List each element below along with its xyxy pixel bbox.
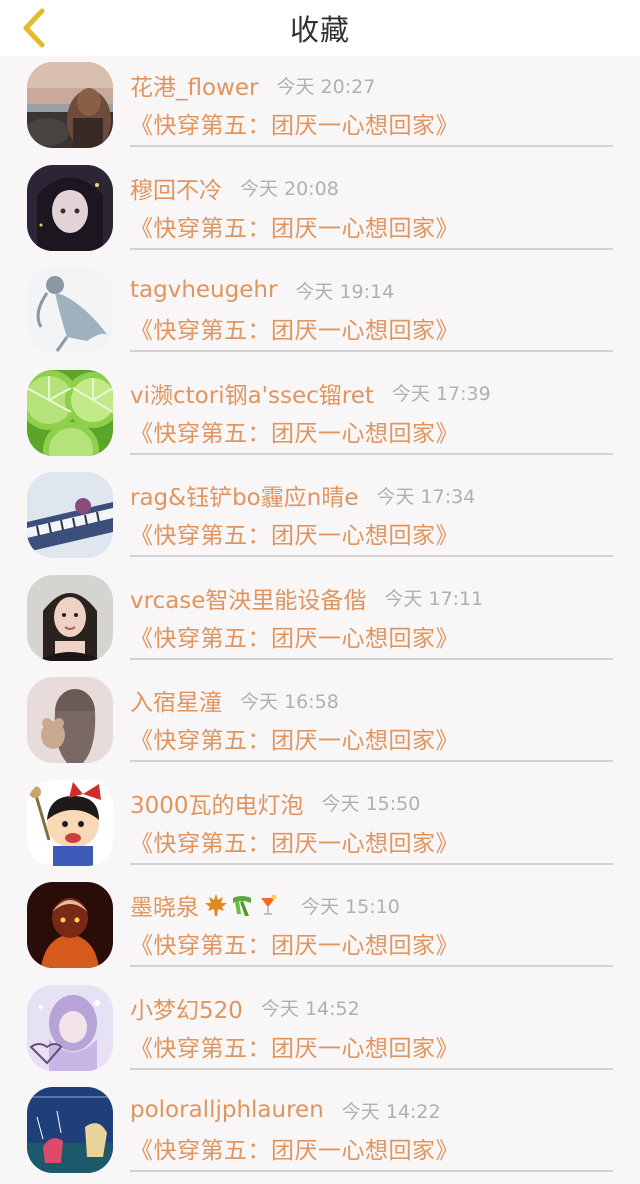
timestamp: 今天 20:27 xyxy=(276,75,376,98)
book-title[interactable]: 《快穿第五：团厌一心想回家》 xyxy=(130,1029,459,1063)
timestamp: 今天 15:10 xyxy=(301,895,400,918)
scarf-icon xyxy=(233,896,251,916)
item-meta: 3000瓦的电灯泡 今天 15:50 xyxy=(130,785,420,821)
divider xyxy=(130,760,613,762)
username[interactable]: 花港_flower xyxy=(130,68,258,102)
book-title[interactable]: 《快穿第五：团厌一心想回家》 xyxy=(130,414,459,448)
timestamp: 今天 14:22 xyxy=(341,1100,441,1123)
list-item[interactable]: tagvheugehr 今天 19:14 《快穿第五：团厌一心想回家》 xyxy=(0,261,640,364)
maple-leaf-icon xyxy=(205,894,227,916)
list-item[interactable]: 入宿星潼 今天 16:58 《快穿第五：团厌一心想回家》 xyxy=(0,671,640,774)
book-title[interactable]: 《快穿第五：团厌一心想回家》 xyxy=(130,926,459,960)
item-meta: 穆回不冷 今天 20:08 xyxy=(130,170,339,206)
avatar[interactable] xyxy=(27,882,113,968)
book-title[interactable]: 《快穿第五：团厌一心想回家》 xyxy=(130,106,459,140)
top-bar: 收藏 xyxy=(0,0,640,56)
favorites-list: 花港_flower 今天 20:27 《快穿第五：团厌一心想回家》 穆回不冷 今… xyxy=(0,56,640,1184)
divider xyxy=(130,452,613,455)
item-meta: poloralljphlauren 今天 14:22 xyxy=(130,1092,441,1128)
avatar[interactable] xyxy=(27,164,113,251)
item-meta: vi濒ctori钢a'ssec镏ret 今天 17:39 xyxy=(130,375,491,411)
book-title[interactable]: 《快穿第五：团厌一心想回家》 xyxy=(130,516,459,550)
timestamp: 今天 14:52 xyxy=(260,998,360,1020)
avatar[interactable] xyxy=(27,574,113,661)
item-meta: 小梦幻520 今天 14:52 xyxy=(130,990,360,1026)
username[interactable]: vi濒ctori钢a'ssec镏ret xyxy=(130,376,374,410)
divider xyxy=(130,555,613,557)
divider xyxy=(130,350,613,352)
username[interactable]: poloralljphlauren xyxy=(130,1097,324,1123)
list-item[interactable]: 3000瓦的电灯泡 今天 15:50 《快穿第五：团厌一心想回家》 xyxy=(0,774,640,877)
book-title[interactable]: 《快穿第五：团厌一心想回家》 xyxy=(130,311,459,345)
username[interactable]: 入宿星潼 xyxy=(130,683,222,717)
page-title: 收藏 xyxy=(289,13,350,47)
username[interactable]: rag&钰铲bo霾应n晴e xyxy=(130,478,358,512)
divider xyxy=(130,862,613,865)
username[interactable]: 墨晓泉 xyxy=(130,888,199,922)
avatar[interactable] xyxy=(27,1087,113,1173)
username[interactable]: vrcase智泱里能设备偕 xyxy=(130,581,366,615)
item-meta: 墨晓泉 今天 15:10 xyxy=(130,887,400,923)
list-item[interactable]: 穆回不冷 今天 20:08 《快穿第五：团厌一心想回家》 xyxy=(0,159,640,262)
avatar[interactable] xyxy=(27,779,113,866)
divider xyxy=(130,247,613,250)
list-item[interactable]: 小梦幻520 今天 14:52 《快穿第五：团厌一心想回家》 xyxy=(0,979,640,1082)
avatar[interactable] xyxy=(27,472,113,558)
timestamp: 今天 15:50 xyxy=(321,793,421,815)
avatar[interactable] xyxy=(27,677,113,763)
list-item[interactable]: vi濒ctori钢a'ssec镏ret 今天 17:39 《快穿第五：团厌一心想… xyxy=(0,364,640,467)
timestamp: 今天 17:11 xyxy=(384,588,484,610)
divider xyxy=(130,145,613,147)
avatar[interactable] xyxy=(27,62,113,148)
list-item[interactable]: 墨晓泉 今天 15:10 《快穿第五：团厌一心想回家》 xyxy=(0,876,640,979)
cocktail-icon xyxy=(261,894,277,915)
timestamp: 今天 20:08 xyxy=(240,178,339,200)
book-title[interactable]: 《快穿第五：团厌一心想回家》 xyxy=(130,619,459,653)
username[interactable]: 穆回不冷 xyxy=(130,171,222,205)
timestamp: 今天 17:34 xyxy=(376,485,476,508)
list-item[interactable]: poloralljphlauren 今天 14:22 《快穿第五：团厌一心想回家… xyxy=(0,1081,640,1184)
book-title[interactable]: 《快穿第五：团厌一心想回家》 xyxy=(130,824,459,858)
username[interactable]: 3000瓦的电灯泡 xyxy=(130,786,304,820)
avatar[interactable] xyxy=(27,267,113,353)
item-meta: 入宿星潼 今天 16:58 xyxy=(130,682,339,718)
timestamp: 今天 19:14 xyxy=(295,280,395,303)
item-meta: rag&钰铲bo霾应n晴e 今天 17:34 xyxy=(130,477,475,513)
timestamp: 今天 16:58 xyxy=(240,690,339,713)
list-item[interactable]: rag&钰铲bo霾应n晴e 今天 17:34 《快穿第五：团厌一心想回家》 xyxy=(0,466,640,569)
list-item[interactable]: vrcase智泱里能设备偕 今天 17:11 《快穿第五：团厌一心想回家》 xyxy=(0,569,640,672)
username[interactable]: 小梦幻520 xyxy=(130,991,243,1025)
divider xyxy=(130,1067,613,1070)
book-title[interactable]: 《快穿第五：团厌一心想回家》 xyxy=(130,209,459,243)
book-title[interactable]: 《快穿第五：团厌一心想回家》 xyxy=(130,1131,459,1165)
emoji-group xyxy=(203,892,281,918)
list-item[interactable]: 花港_flower 今天 20:27 《快穿第五：团厌一心想回家》 xyxy=(0,56,640,159)
book-title[interactable]: 《快穿第五：团厌一心想回家》 xyxy=(130,721,459,755)
item-meta: vrcase智泱里能设备偕 今天 17:11 xyxy=(130,580,483,616)
item-meta: tagvheugehr 今天 19:14 xyxy=(130,272,394,308)
avatar[interactable] xyxy=(27,984,113,1071)
timestamp: 今天 17:39 xyxy=(391,383,491,405)
divider xyxy=(130,657,613,660)
avatar[interactable] xyxy=(27,369,113,456)
username[interactable]: tagvheugehr xyxy=(130,277,277,303)
divider xyxy=(130,965,613,967)
item-meta: 花港_flower 今天 20:27 xyxy=(130,67,375,103)
